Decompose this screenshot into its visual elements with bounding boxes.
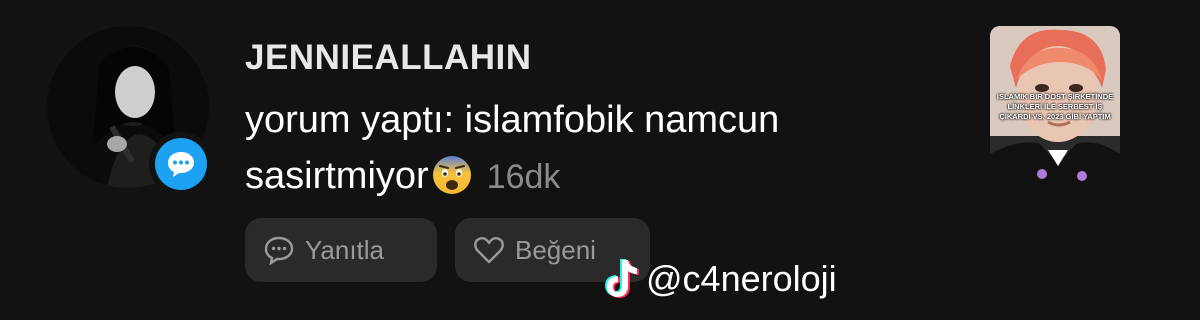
comment-time: 16dk (486, 158, 561, 196)
reply-icon (264, 236, 294, 265)
reply-label: Yanıtla (305, 234, 385, 265)
comment-body: yorum yaptı: islamfobik namcun sasirtmiy… (245, 92, 925, 205)
tiktok-watermark: @c4neroloji (600, 258, 837, 300)
comment-notification-badge (149, 132, 213, 196)
fearful-face-emoji-icon (432, 156, 471, 194)
chat-bubble-icon (168, 152, 194, 177)
tiktok-logo-icon (605, 259, 639, 298)
comment-username[interactable]: JENNIEALLAHIN (245, 38, 532, 78)
heart-icon (474, 237, 504, 264)
like-label: Beğeni (515, 234, 596, 265)
watermark-handle: @c4neroloji (646, 258, 837, 299)
reply-button[interactable]: Yanıtla (245, 218, 437, 282)
thumbnail-caption: ISLAMIK BIR DOST ŞİRKETİNDE LİNKLERİ İLE… (996, 92, 1114, 121)
video-thumbnail[interactable]: ISLAMIK BIR DOST ŞİRKETİNDE LİNKLERİ İLE… (990, 26, 1120, 191)
badge-circle (155, 138, 207, 190)
comment-text-line2: sasirtmiyor (245, 155, 429, 197)
comment-text-line2-row: sasirtmiyor 16dk (245, 148, 925, 205)
comment-text-line1: yorum yaptı: islamfobik namcun (245, 99, 780, 141)
